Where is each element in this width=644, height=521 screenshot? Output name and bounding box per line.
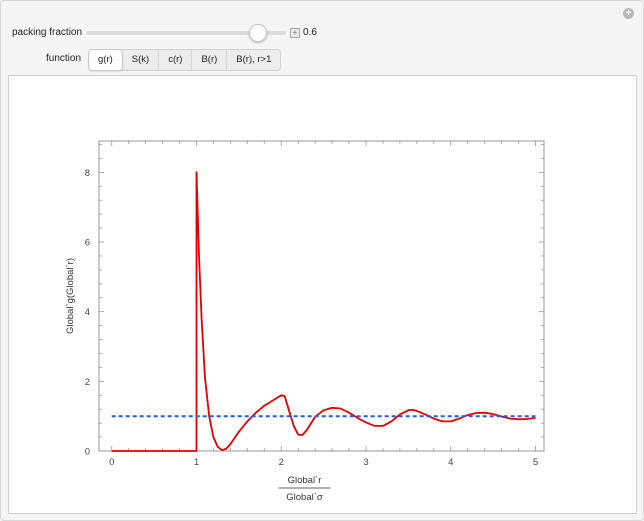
x-tick-label: 4 — [448, 457, 453, 468]
function-selector: g(r) S(k) c(r) B(r) B(r), r>1 — [88, 49, 282, 71]
x-tick-label: 1 — [194, 457, 199, 468]
tab-option-2[interactable]: c(r) — [159, 50, 193, 70]
tab-option-0[interactable]: g(r) — [88, 49, 123, 71]
y-tick-label: 4 — [85, 307, 90, 318]
x-tick-label: 5 — [533, 457, 538, 468]
g-of-r-curve — [111, 171, 536, 452]
plot-frame — [98, 140, 545, 452]
x-tick-label: 2 — [279, 457, 284, 468]
tab-option-1[interactable]: S(k) — [123, 50, 160, 70]
x-axis-label-denominator: Global`σ — [286, 492, 323, 503]
x-tick-label: 0 — [109, 457, 114, 468]
y-tick-label: 0 — [85, 447, 90, 458]
expand-icon[interactable]: + — [290, 28, 300, 38]
plot-panel: 0 1 2 3 4 5 0 2 4 6 8 Global`g(Global`r) Global`r Glo… — [8, 75, 637, 514]
function-label: function — [46, 53, 82, 64]
packing-fraction-value: 0.6 — [303, 27, 317, 38]
x-tick-label: 3 — [363, 457, 368, 468]
y-axis-label: Global`g(Global`r) — [65, 258, 76, 334]
y-tick-label: 6 — [85, 238, 90, 249]
x-axis-label-numerator: Global`r — [288, 475, 322, 486]
packing-fraction-label: packing fraction — [12, 27, 83, 38]
y-tick-label: 8 — [85, 168, 90, 179]
plus-icon[interactable]: + — [623, 8, 634, 19]
tab-option-3[interactable]: B(r) — [192, 50, 228, 70]
chart: 0 1 2 3 4 5 0 2 4 6 8 Global`g(Global`r) Global`r Glo… — [65, 140, 545, 503]
tab-option-4[interactable]: B(r), r>1 — [227, 50, 280, 70]
y-tick-label: 2 — [85, 377, 90, 388]
